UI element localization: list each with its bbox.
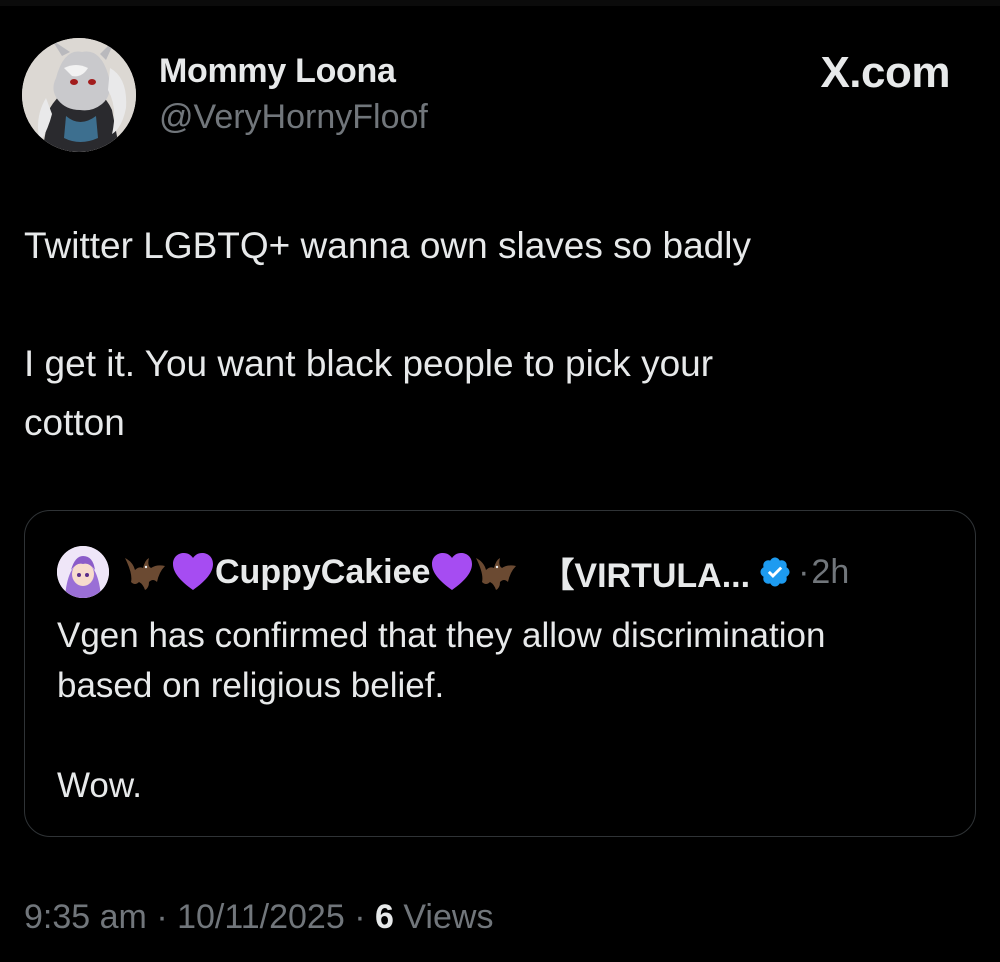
- meta-separator: ·: [156, 898, 168, 936]
- tweet-text-line: cotton: [24, 402, 125, 443]
- tweet-text-line: Twitter LGBTQ+ wanna own slaves so badly: [24, 225, 751, 266]
- quoted-time[interactable]: 2h: [811, 553, 849, 592]
- top-divider: [0, 0, 1000, 6]
- quoted-tweet-card[interactable]: CuppyCakiee 【VIRTULA... · 2h Vgen has co…: [24, 510, 976, 837]
- views-count[interactable]: 6: [375, 898, 394, 936]
- tweet-text-line: I get it. You want black people to pick …: [24, 343, 714, 384]
- quoted-text-line: based on religious belief.: [57, 666, 445, 705]
- quoted-tweet-header: CuppyCakiee 【VIRTULA... · 2h: [57, 545, 937, 599]
- verified-badge-icon: [760, 557, 790, 587]
- quoted-text-line: Wow.: [57, 766, 142, 805]
- author-avatar[interactable]: [22, 38, 136, 152]
- quoted-tweet-text: Vgen has confirmed that they allow discr…: [57, 611, 947, 811]
- purple-heart-emoji-icon: [432, 553, 473, 590]
- author-handle[interactable]: @VeryHornyFloof: [159, 98, 428, 137]
- quoted-text-line: Vgen has confirmed that they allow discr…: [57, 616, 826, 655]
- quoted-time-separator: ·: [798, 552, 810, 591]
- quoted-author-avatar[interactable]: [57, 546, 109, 598]
- quoted-author-name[interactable]: CuppyCakiee: [215, 553, 430, 592]
- bat-emoji-icon: [125, 558, 165, 590]
- author-display-name[interactable]: Mommy Loona: [159, 52, 396, 91]
- bat-emoji-icon: [476, 558, 517, 590]
- meta-separator: ·: [354, 898, 366, 936]
- tweet-date[interactable]: 10/11/2025: [177, 898, 345, 936]
- tweet-time[interactable]: 9:35 am: [24, 898, 147, 936]
- views-label: Views: [403, 898, 494, 936]
- tweet-header: Mommy Loona @VeryHornyFloof X.com: [22, 36, 978, 156]
- purple-heart-emoji-icon: [173, 553, 213, 590]
- tweet-text: Twitter LGBTQ+ wanna own slaves so badly…: [24, 216, 954, 452]
- brand-label: X.com: [820, 48, 950, 97]
- author-avatar-image: [22, 38, 136, 152]
- quoted-author-tag[interactable]: 【VIRTULA...: [540, 548, 750, 597]
- quoted-author-avatar-image: [57, 546, 109, 598]
- tweet-meta: 9:35 am · 10/11/2025 · 6 Views: [24, 898, 493, 937]
